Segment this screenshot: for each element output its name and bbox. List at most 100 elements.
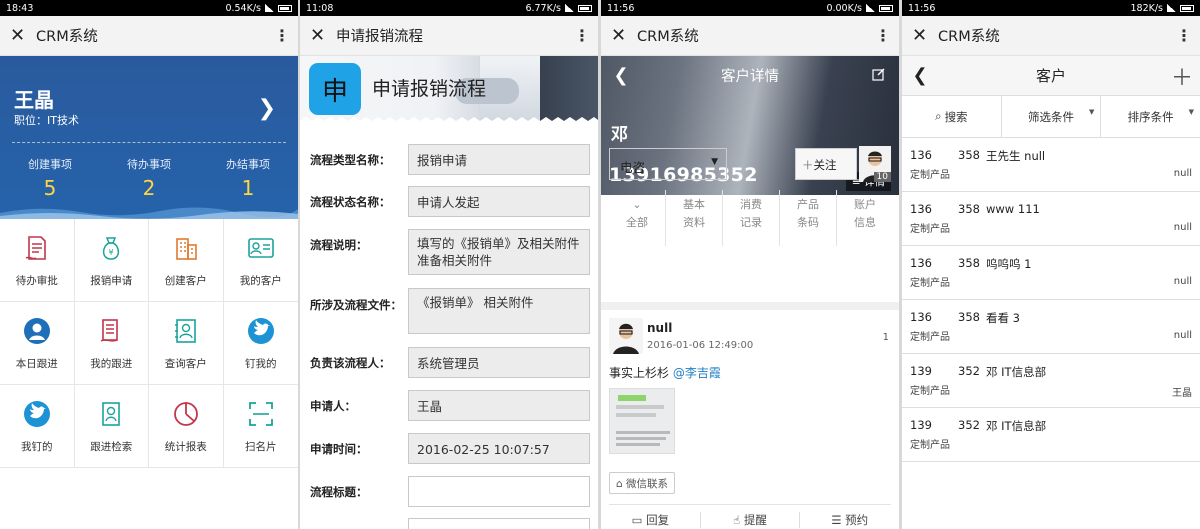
app-title: CRM系统 — [637, 29, 699, 45]
stat-value: 2 — [142, 176, 156, 200]
close-icon[interactable]: ✕ — [611, 25, 633, 46]
chevron-right-icon[interactable]: ❯ — [258, 96, 276, 121]
field-apply-time: 申请时间： 2016-02-25 10:07:57 — [300, 433, 598, 464]
phone-prefix: 136 — [910, 256, 932, 270]
stat-done[interactable]: 办结事项 1 — [198, 156, 298, 200]
follow-button[interactable]: ＋关注 — [795, 148, 857, 180]
back-icon[interactable]: ❮ — [601, 65, 641, 86]
menu-i-pinned[interactable]: 我钉的 — [0, 385, 75, 468]
more-icon[interactable]: ⋮ — [875, 26, 891, 45]
status-speed: 182K/s — [1130, 2, 1163, 14]
menu-create-customer[interactable]: 创建客户 — [149, 219, 224, 302]
field-value[interactable]: 报销申请 — [408, 144, 590, 175]
customer-list: 136 358 王先生 null 定制产品 null 136 358 www 1… — [902, 138, 1200, 462]
menu-query-customer[interactable]: 查询客户 — [149, 302, 224, 385]
list-item[interactable]: 136 358 王先生 null 定制产品 null — [902, 138, 1200, 192]
tag-icon: ⌂ — [616, 478, 623, 490]
source-select[interactable]: 电咨 ▼ — [609, 148, 727, 180]
post-image[interactable] — [609, 388, 675, 454]
field-label: 流程状态名称： — [310, 195, 391, 209]
edit-icon[interactable] — [859, 65, 899, 86]
status-time: 11:08 — [306, 2, 334, 14]
list-item[interactable]: 136 358 www 111 定制产品 null — [902, 192, 1200, 246]
filter-condition-dropdown[interactable]: 筛选条件 ▼ — [1002, 96, 1102, 137]
title-bar: ✕ CRM系统 ⋮ — [0, 16, 298, 56]
menu-expense-apply[interactable]: ¥ 报销申请 — [74, 219, 149, 302]
caret-down-icon: ▼ — [711, 157, 718, 167]
menu-scan-card[interactable]: 扫名片 — [223, 385, 298, 468]
tag-chip[interactable]: ⌂ 微信联系 — [609, 472, 676, 494]
owner-avatar[interactable]: 10 — [859, 146, 891, 182]
menu-pinned-me[interactable]: 钉我的 — [223, 302, 298, 385]
phone-suffix: 358 — [958, 202, 980, 216]
field-value[interactable]: 填写的《报销单》及相关附件 准备相关附件 — [408, 229, 590, 275]
search-button[interactable]: ⌕ 搜索 — [902, 96, 1002, 137]
screen-expense-flow: 11:08 6.77K/s ✕ 申请报销流程 ⋮ 申 申请报销流程 流程类型名称… — [300, 0, 598, 529]
avatar[interactable] — [609, 318, 643, 354]
stat-created[interactable]: 创建事项 5 — [0, 156, 100, 200]
list-icon: ☰ — [831, 513, 842, 527]
list-item[interactable]: 139 352 邓 IT信息部 定制产品 王晶 — [902, 354, 1200, 408]
more-icon[interactable]: ⋮ — [574, 26, 590, 45]
field-flow-owner: 负责该流程人： 系统管理员 — [300, 347, 598, 378]
field-value[interactable]: 《报销单》 相关附件 — [408, 288, 590, 334]
field-flow-type: 流程类型名称： 报销申请 — [300, 144, 598, 175]
flow-title-input[interactable] — [408, 476, 590, 507]
more-icon[interactable]: ⋮ — [1176, 26, 1192, 45]
menu-my-followup[interactable]: 我的跟进 — [74, 302, 149, 385]
tab-basic-info[interactable]: 基本 资料 — [666, 190, 723, 246]
sort-condition-dropdown[interactable]: 排序条件 ▼ — [1101, 96, 1200, 137]
caret-down-icon: ▼ — [1188, 108, 1195, 116]
menu-my-customers[interactable]: 我的客户 — [223, 219, 298, 302]
flow-header: 申 申请报销流程 — [300, 56, 598, 126]
user-header[interactable]: 王晶 职位：IT技术 ❯ 创建事项 5 待办事项 2 办结事项 1 — [0, 56, 298, 219]
tab-label: 基本 — [683, 198, 705, 211]
flow-icon: 申 — [309, 63, 361, 115]
zigzag-decoration — [300, 117, 598, 126]
reply-button[interactable]: ▭ 回复 — [601, 512, 701, 528]
remind-button[interactable]: ☝ 提醒 — [701, 512, 801, 528]
close-icon[interactable]: ✕ — [912, 25, 934, 46]
signal-icon — [265, 4, 274, 12]
svg-text:¥: ¥ — [109, 248, 114, 257]
tab-barcode[interactable]: 产品 条码 — [780, 190, 837, 246]
status-speed: 0.54K/s — [225, 2, 261, 14]
tab-label: 消费 — [740, 198, 762, 211]
stat-label: 办结事项 — [226, 158, 270, 171]
next-field-input[interactable] — [408, 518, 590, 529]
mention-link[interactable]: @李吉霞 — [673, 366, 721, 380]
close-icon[interactable]: ✕ — [310, 25, 332, 46]
app-title: 申请报销流程 — [336, 29, 423, 45]
field-value[interactable]: 王晶 — [408, 390, 590, 421]
tab-consumption[interactable]: 消费 记录 — [723, 190, 780, 246]
customer-info: 邓 IT信息部 — [986, 419, 1047, 433]
filter-label: 筛选条件 — [1028, 109, 1074, 124]
select-value: 电咨 — [620, 160, 646, 175]
tab-all[interactable]: ⌄ 全部 — [609, 190, 666, 246]
tab-account[interactable]: 账户 信息 — [837, 190, 893, 246]
stat-todo[interactable]: 待办事项 2 — [99, 156, 199, 200]
field-flow-description: 流程说明： 填写的《报销单》及相关附件 准备相关附件 — [300, 229, 598, 275]
field-value[interactable]: 2016-02-25 10:07:57 — [408, 433, 590, 464]
back-icon[interactable]: ❮ — [902, 65, 938, 86]
more-icon[interactable]: ⋮ — [274, 26, 290, 45]
field-value[interactable]: 系统管理员 — [408, 347, 590, 378]
menu-today-followup[interactable]: 本日跟进 — [0, 302, 75, 385]
field-label: 申请时间： — [310, 442, 368, 456]
detail-tabs: ⌄ 全部 基本 资料 消费 记录 产品 条码 账户 信息 — [609, 190, 893, 246]
title-bar: ✕ 申请报销流程 ⋮ — [300, 16, 598, 56]
owner-name: 王晶 — [1172, 388, 1192, 399]
field-value[interactable]: 申请人发起 — [408, 186, 590, 217]
screen-customer-list: 11:56 182K/s ✕ CRM系统 ⋮ ❮ 客户 ＋ ⌕ 搜索 筛选条件 ▼ … — [902, 0, 1200, 529]
menu-followup-search[interactable]: 跟进检索 — [74, 385, 149, 468]
add-icon[interactable]: ＋ — [1164, 60, 1200, 92]
filter-label: 搜索 — [944, 109, 968, 124]
list-item[interactable]: 136 358 看看 3 定制产品 null — [902, 300, 1200, 354]
close-icon[interactable]: ✕ — [10, 25, 32, 46]
list-item[interactable]: 136 358 呜呜呜 1 定制产品 null — [902, 246, 1200, 300]
menu-pending-approval[interactable]: 待办审批 — [0, 219, 75, 302]
menu-statistics[interactable]: 统计报表 — [149, 385, 224, 468]
list-item[interactable]: 139 352 邓 IT信息部 定制产品 — [902, 408, 1200, 462]
field-flow-title: 流程标题： — [300, 476, 598, 507]
appointment-button[interactable]: ☰ 预约 — [800, 512, 899, 528]
